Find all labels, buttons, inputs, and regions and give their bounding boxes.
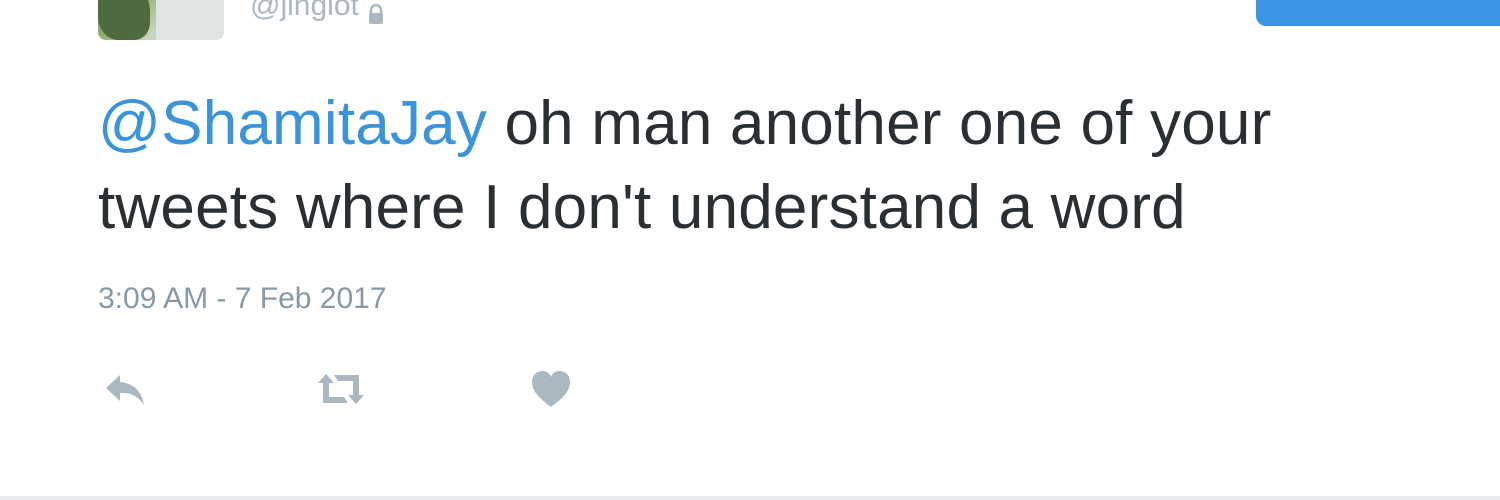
avatar[interactable]	[98, 0, 224, 40]
user-handle[interactable]: @jinglot	[250, 0, 359, 23]
retweet-button[interactable]	[314, 366, 368, 412]
tweet-text: @ShamitaJay oh man another one of your t…	[98, 82, 1428, 250]
follow-button[interactable]	[1256, 0, 1500, 26]
user-handle-row: @jinglot	[250, 0, 385, 26]
lock-icon	[367, 0, 385, 24]
reply-button[interactable]	[100, 366, 150, 412]
tweet-timestamp[interactable]: 3:09 AM - 7 Feb 2017	[98, 282, 387, 316]
like-button[interactable]	[526, 366, 576, 412]
retweet-icon	[314, 369, 368, 409]
avatar-photo-shape	[98, 0, 150, 40]
like-heart-icon	[529, 369, 573, 409]
reply-icon	[102, 369, 148, 409]
divider	[0, 496, 1500, 500]
avatar-photo-background	[156, 0, 224, 40]
mention-link[interactable]: @ShamitaJay	[98, 89, 487, 158]
